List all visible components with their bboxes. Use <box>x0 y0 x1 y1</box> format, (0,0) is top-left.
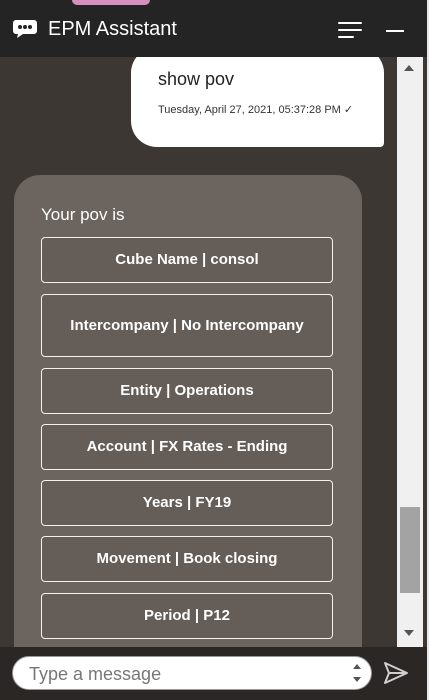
user-message-text: show pov <box>158 69 235 89</box>
pov-movement-button[interactable]: Movement | Book closing <box>41 536 333 582</box>
message-timestamp: Tuesday, April 27, 2021, 05:37:28 PM ✓ <box>158 104 354 116</box>
chat-bubble-icon <box>13 20 37 38</box>
pov-period-button[interactable]: Period | P12 <box>41 593 333 639</box>
pov-intercompany-button[interactable]: Intercompany | No Intercompany <box>41 294 333 357</box>
message-list: show pov Tuesday, April 27, 2021, 05:37:… <box>0 57 397 647</box>
pov-entity-button[interactable]: Entity | Operations <box>41 368 333 414</box>
message-input[interactable] <box>27 659 351 689</box>
chat-window: EPM Assistant show pov Tuesday, April 27… <box>0 0 429 700</box>
input-scroll-stepper[interactable] <box>351 661 365 687</box>
minimize-icon[interactable] <box>386 30 404 32</box>
chat-scrollbar[interactable] <box>397 57 423 647</box>
composer-bar <box>0 647 427 700</box>
bot-message-text: Your pov is <box>41 205 125 224</box>
stepper-down-icon[interactable] <box>353 677 361 682</box>
message-input-wrapper <box>12 656 372 690</box>
scroll-thumb[interactable] <box>400 507 420 593</box>
stepper-up-icon[interactable] <box>353 664 361 669</box>
header-bar: EPM Assistant <box>0 0 427 57</box>
top-decoration <box>72 0 150 5</box>
pov-years-button[interactable]: Years | FY19 <box>41 480 333 526</box>
send-icon[interactable] <box>382 659 410 687</box>
menu-icon[interactable] <box>338 22 364 40</box>
pov-account-button[interactable]: Account | FX Rates - Ending <box>41 424 333 470</box>
bot-message-bubble: Your pov is Cube Name | consol Intercomp… <box>14 175 362 647</box>
scroll-up-icon[interactable] <box>404 65 414 71</box>
pov-cube-button[interactable]: Cube Name | consol <box>41 237 333 283</box>
scroll-down-icon[interactable] <box>404 630 414 636</box>
app-title: EPM Assistant <box>48 18 177 40</box>
user-message-bubble: show pov Tuesday, April 27, 2021, 05:37:… <box>131 57 384 147</box>
